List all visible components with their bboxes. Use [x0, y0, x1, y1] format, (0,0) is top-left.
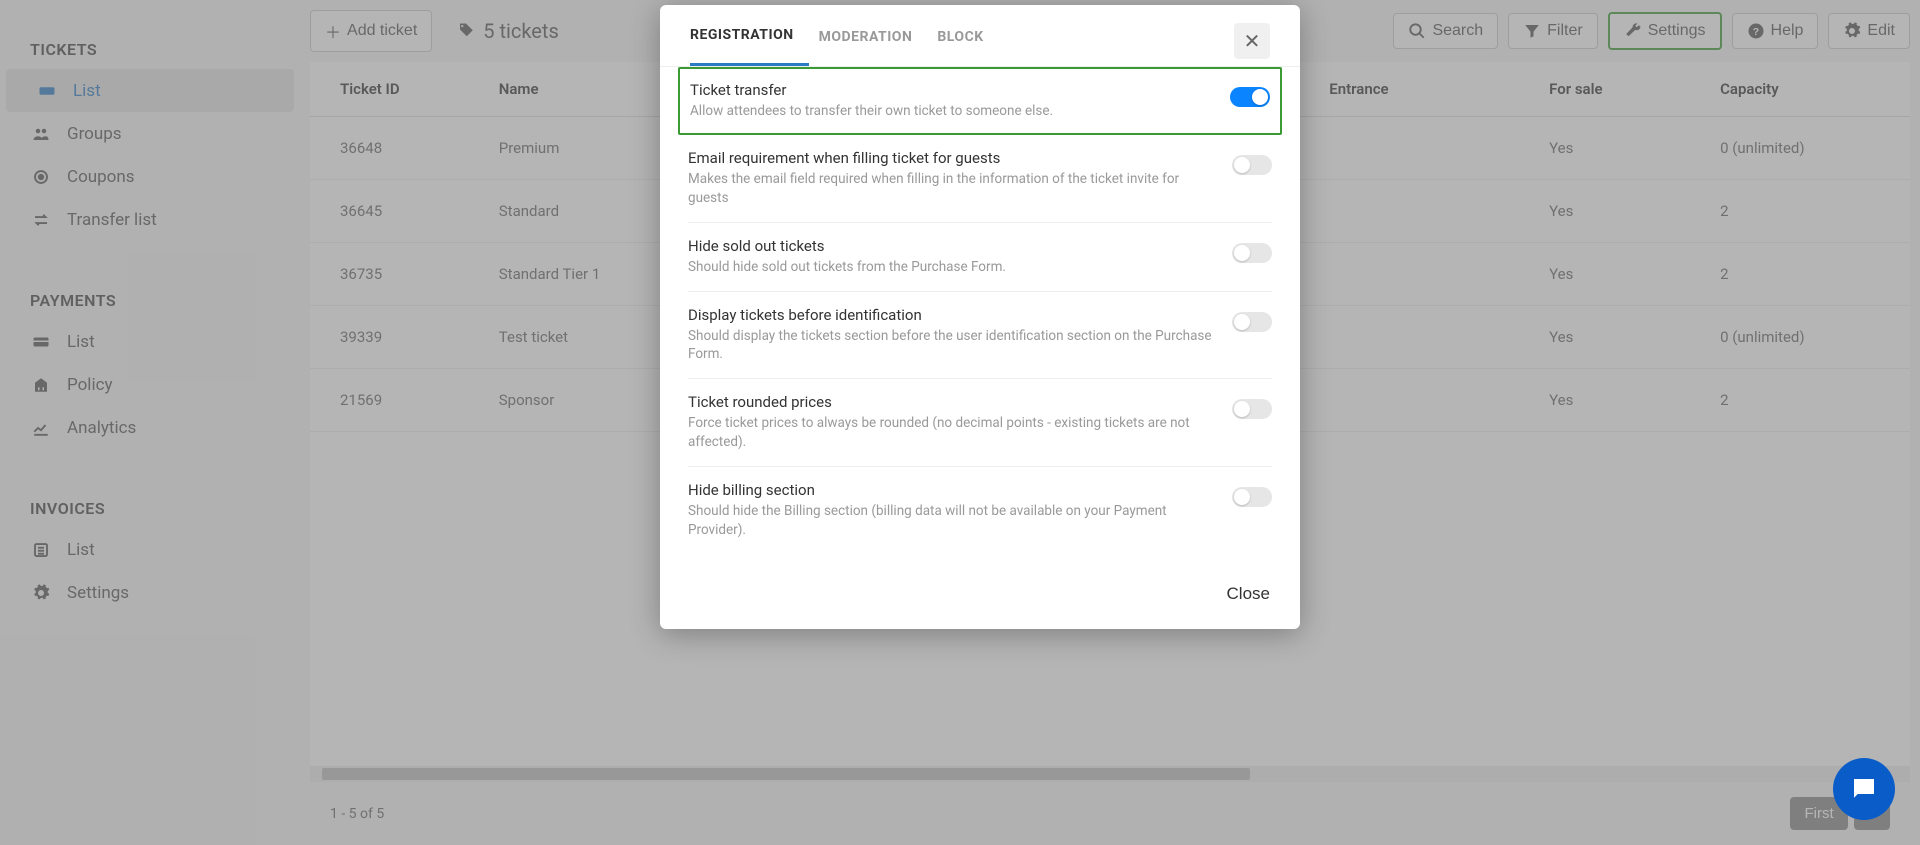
toggle-switch[interactable] [1230, 87, 1270, 107]
toggle-switch[interactable] [1232, 312, 1272, 332]
settings-modal: REGISTRATION MODERATION BLOCK ✕ Ticket t… [660, 5, 1300, 629]
modal-tabs: REGISTRATION MODERATION BLOCK ✕ [660, 5, 1300, 67]
close-icon[interactable]: ✕ [1234, 23, 1270, 59]
setting-title: Ticket transfer [690, 81, 1210, 99]
setting-description: Allow attendees to transfer their own ti… [690, 102, 1210, 121]
setting-row: Hide sold out tickets Should hide sold ou… [688, 223, 1272, 292]
tab-moderation[interactable]: MODERATION [819, 7, 928, 65]
toggle-switch[interactable] [1232, 243, 1272, 263]
setting-title: Email requirement when filling ticket fo… [688, 149, 1212, 167]
setting-description: Force ticket prices to always be rounded… [688, 414, 1212, 452]
tab-block[interactable]: BLOCK [937, 7, 998, 65]
setting-title: Hide billing section [688, 481, 1212, 499]
setting-description: Makes the email field required when fill… [688, 170, 1212, 208]
setting-row: Display tickets before identification Sho… [688, 292, 1272, 380]
setting-title: Display tickets before identification [688, 306, 1212, 324]
setting-description: Should hide sold out tickets from the Pu… [688, 258, 1212, 277]
setting-row: Email requirement when filling ticket fo… [688, 135, 1272, 223]
toggle-switch[interactable] [1232, 155, 1272, 175]
toggle-switch[interactable] [1232, 487, 1272, 507]
modal-footer: Close [660, 564, 1300, 629]
setting-title: Hide sold out tickets [688, 237, 1212, 255]
toggle-switch[interactable] [1232, 399, 1272, 419]
close-button[interactable]: Close [1227, 584, 1270, 604]
tab-registration[interactable]: REGISTRATION [690, 5, 809, 66]
chat-icon [1849, 774, 1879, 804]
chat-widget[interactable] [1833, 758, 1895, 820]
setting-row: Ticket rounded prices Force ticket prices… [688, 379, 1272, 467]
setting-description: Should hide the Billing section (billing… [688, 502, 1212, 540]
setting-description: Should display the tickets section befor… [688, 327, 1212, 365]
modal-body: Ticket transfer Allow attendees to transf… [660, 67, 1300, 564]
setting-row: Ticket transfer Allow attendees to transf… [678, 67, 1282, 135]
setting-row: Hide billing section Should hide the Bill… [688, 467, 1272, 554]
setting-title: Ticket rounded prices [688, 393, 1212, 411]
